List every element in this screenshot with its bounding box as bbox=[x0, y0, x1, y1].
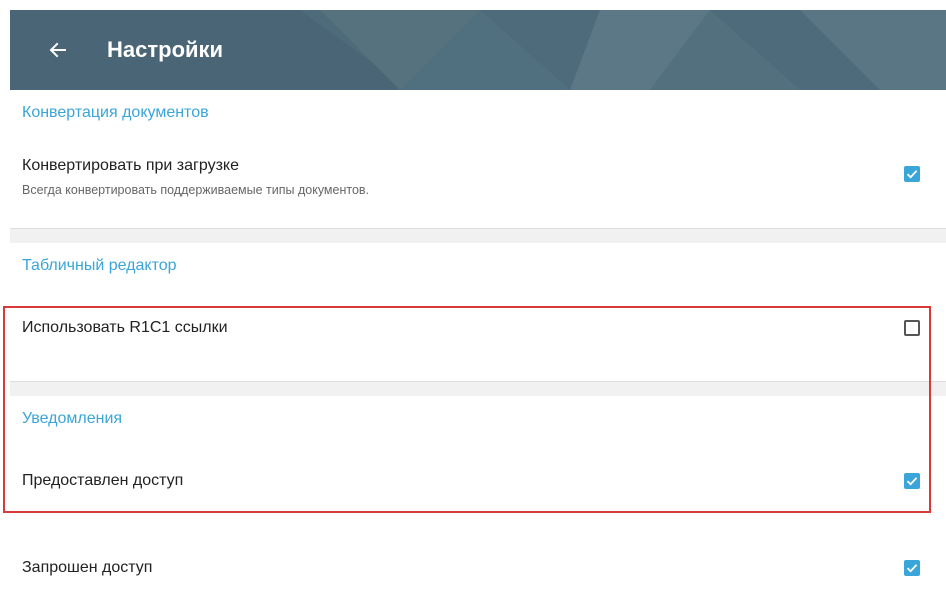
section-spreadsheet-editor: Табличный редактор Использовать R1C1 ссы… bbox=[10, 243, 946, 381]
section-divider bbox=[10, 381, 946, 396]
pref-summary: Всегда конвертировать поддерживаемые тип… bbox=[22, 183, 370, 197]
section-header: Уведомления bbox=[22, 410, 123, 427]
pref-access-requested[interactable]: Запрошен доступ bbox=[10, 538, 946, 598]
access-granted-checkbox[interactable] bbox=[904, 473, 920, 489]
pref-title: Предоставлен доступ bbox=[22, 472, 184, 489]
convert-on-upload-checkbox[interactable] bbox=[904, 166, 920, 182]
checkmark-icon bbox=[906, 477, 918, 486]
section-notifications: Уведомления Предоставлен доступ Запрошен… bbox=[10, 396, 946, 610]
checkmark-icon bbox=[906, 170, 918, 179]
app-bar: Настройки bbox=[10, 10, 946, 90]
pref-access-granted[interactable]: Предоставлен доступ bbox=[10, 452, 946, 512]
section-header: Табличный редактор bbox=[22, 257, 177, 274]
pref-title: Использовать R1C1 ссылки bbox=[22, 319, 228, 336]
section-document-conversion: Конвертация документов Конвертировать пр… bbox=[10, 90, 946, 228]
back-button[interactable] bbox=[40, 32, 76, 68]
section-header: Конвертация документов bbox=[22, 104, 209, 121]
settings-list: Конвертация документов Конвертировать пр… bbox=[10, 90, 946, 610]
arrow-left-icon bbox=[49, 42, 66, 58]
section-divider bbox=[10, 228, 946, 243]
pref-title: Запрошен доступ bbox=[22, 559, 153, 576]
access-requested-checkbox[interactable] bbox=[904, 560, 920, 576]
pref-r1c1-references[interactable]: Использовать R1C1 ссылки bbox=[10, 298, 946, 358]
page-title: Настройки bbox=[107, 37, 224, 62]
pref-convert-on-upload[interactable]: Конвертировать при загрузке Всегда конве… bbox=[10, 142, 946, 212]
pref-title: Конвертировать при загрузке bbox=[22, 157, 240, 174]
checkmark-icon bbox=[906, 564, 918, 573]
r1c1-references-checkbox[interactable] bbox=[904, 320, 920, 336]
